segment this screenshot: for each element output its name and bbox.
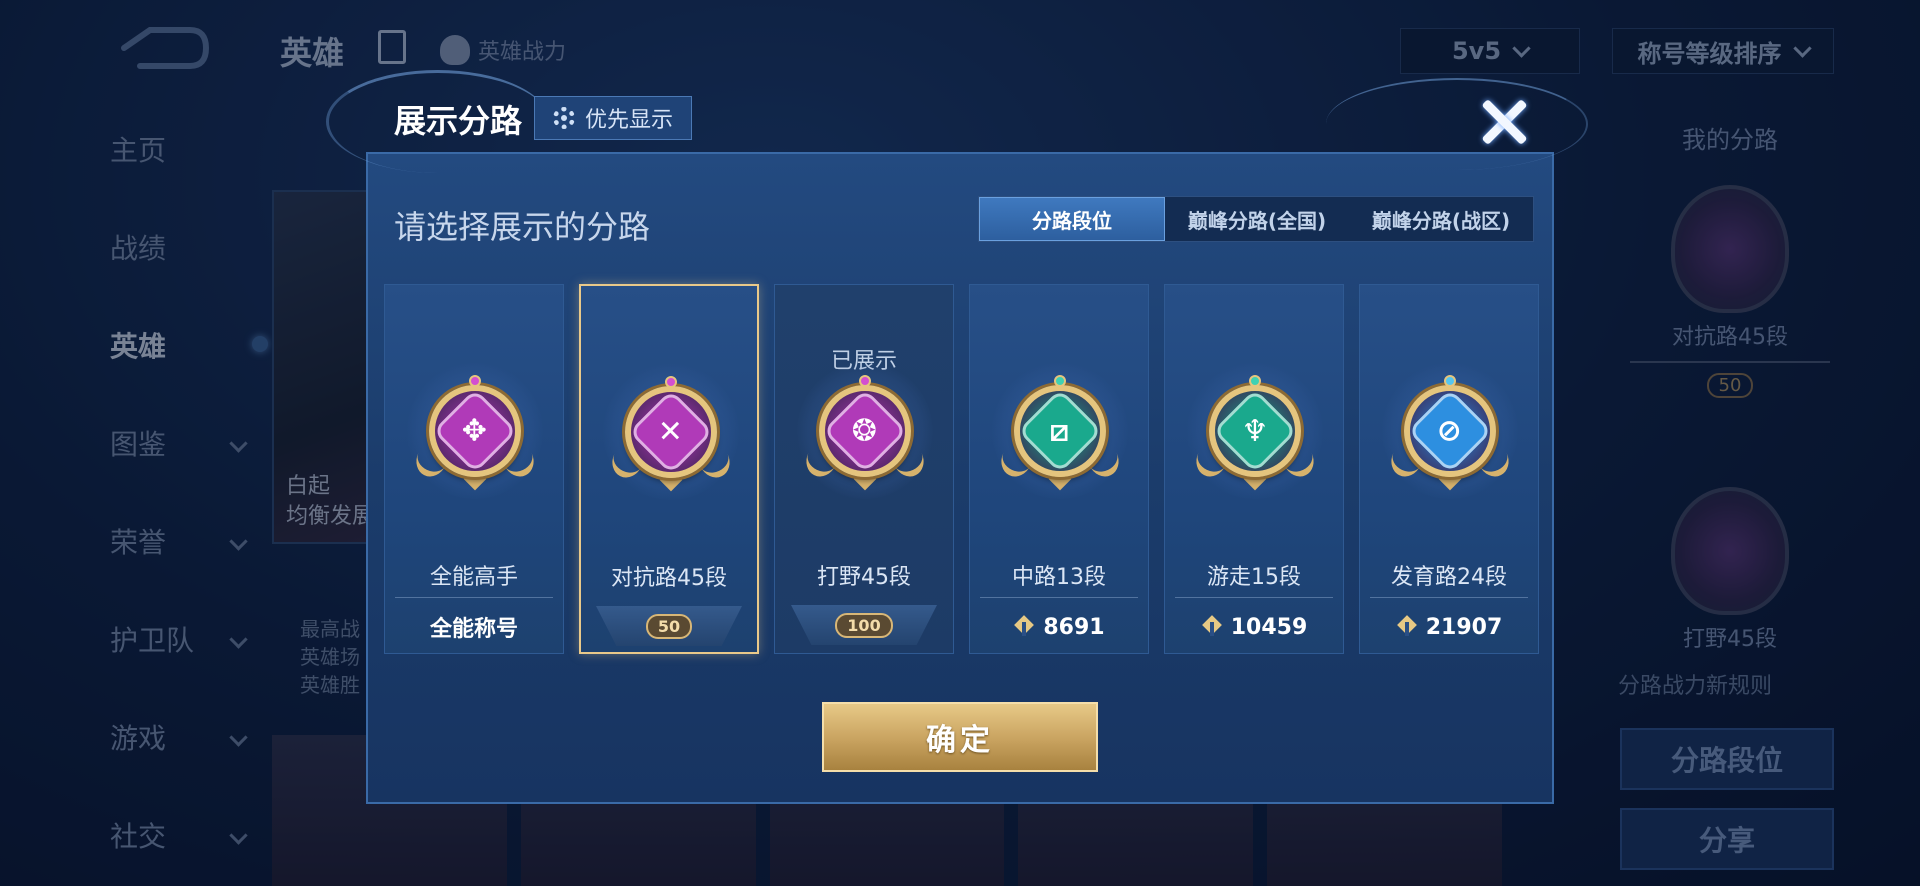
footer-value: 8691 — [1043, 614, 1105, 640]
lane-card[interactable]: ⧄ 中路13段 8691 — [969, 284, 1149, 654]
display-lane-modal: 展示分路 优先显示 请选择展示的分路 分路段位 巅峰分路(全国) 巅峰分路(战区) … — [326, 70, 1588, 804]
rank-badge-icon: ✥ — [407, 363, 543, 499]
lane-tab[interactable]: 巅峰分路(战区) — [1349, 197, 1533, 241]
lane-card[interactable]: 已展示 ❂ 打野45段 100 — [774, 284, 954, 654]
lane-rank-name: 打野45段 — [817, 565, 911, 590]
footer-value: 21907 — [1425, 614, 1503, 640]
rank-badge-icon: ⊘ — [1382, 363, 1518, 499]
footer-value: 10459 — [1230, 614, 1308, 640]
divider — [1370, 597, 1528, 598]
rank-badge-icon: ✕ — [603, 364, 739, 500]
star-plate: 100 — [775, 601, 953, 649]
decorative-swirl — [1326, 78, 1588, 170]
divider — [1175, 597, 1333, 598]
power-icon — [1201, 616, 1223, 638]
lane-rank-name: 对抗路45段 — [611, 566, 727, 591]
lane-card[interactable]: ✥ 全能高手全能称号 — [384, 284, 564, 654]
lane-tabs: 分路段位 巅峰分路(全国) 巅峰分路(战区) — [978, 196, 1534, 242]
priority-display-label: 优先显示 — [585, 108, 674, 133]
lane-rank-name: 发育路24段 — [1391, 565, 1507, 590]
lane-tab[interactable]: 巅峰分路(全国) — [1165, 197, 1349, 241]
priority-display-button[interactable]: 优先显示 — [534, 96, 693, 140]
lane-tab[interactable]: 分路段位 — [979, 197, 1165, 241]
star-count: 100 — [835, 612, 893, 638]
star-plate: 50 — [581, 602, 757, 650]
confirm-button[interactable]: 确定 — [822, 702, 1098, 772]
footer-value: 全能称号 — [429, 617, 518, 642]
star-count: 50 — [645, 613, 693, 639]
lane-card[interactable]: ♆ 游走15段 10459 — [1164, 284, 1344, 654]
divider — [980, 597, 1138, 598]
rank-badge-icon: ❂ — [797, 363, 933, 499]
close-button[interactable] — [1478, 96, 1530, 148]
power-icon — [1013, 616, 1035, 638]
lane-card[interactable]: ✕ 对抗路45段 50 — [579, 284, 759, 654]
lane-rank-name: 游走15段 — [1207, 565, 1301, 590]
lane-rank-name: 中路13段 — [1012, 565, 1106, 590]
lane-power: 21907 — [1360, 603, 1538, 651]
modal-header: 展示分路 优先显示 — [326, 70, 1588, 173]
rank-badge-icon: ⧄ — [992, 363, 1128, 499]
divider — [395, 597, 553, 598]
title-label: 全能称号 — [385, 603, 563, 651]
lane-card[interactable]: ⊘ 发育路24段 21907 — [1359, 284, 1539, 654]
power-icon — [1396, 616, 1418, 638]
lane-rank-name: 全能高手 — [429, 565, 518, 590]
lane-card-list: ✥ 全能高手 全能称号 ✕ 对抗路45段 50 已展示 ❂ 打野45段 100 ⧄ 中路13段 8691… — [384, 284, 1539, 656]
lane-power: 10459 — [1165, 603, 1343, 651]
rank-badge-icon: ♆ — [1187, 363, 1323, 499]
gear-icon — [553, 107, 575, 129]
lane-power: 8691 — [970, 603, 1148, 651]
modal-subtitle: 请选择展示的分路 — [394, 208, 651, 246]
modal-title: 展示分路 — [394, 102, 523, 140]
